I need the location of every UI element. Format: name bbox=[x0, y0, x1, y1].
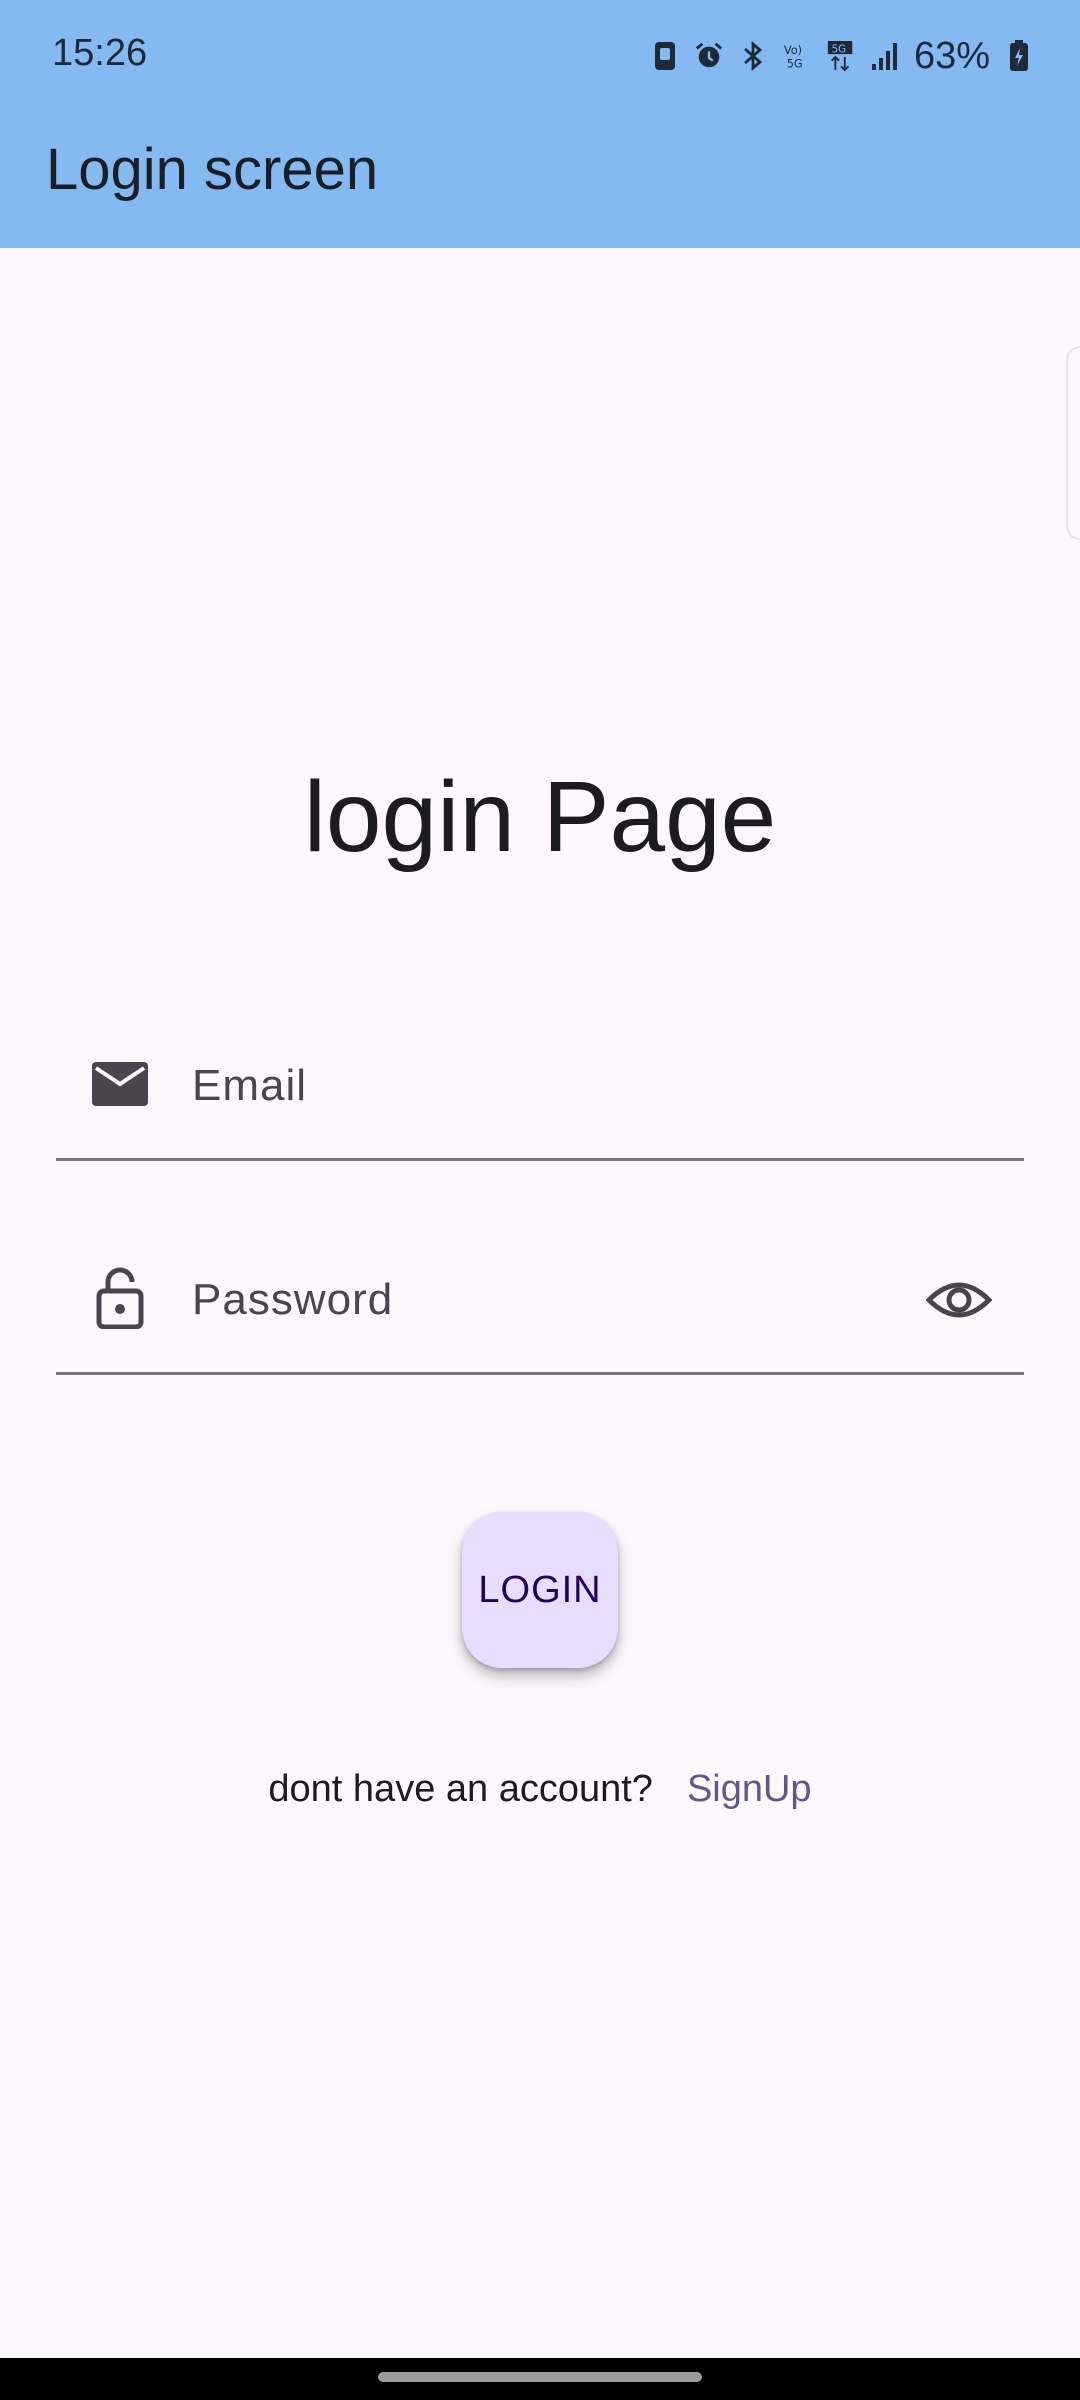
volte-icon: Vo) 5G bbox=[782, 39, 812, 73]
home-gesture-handle[interactable] bbox=[378, 2372, 702, 2382]
lock-icon bbox=[90, 1267, 150, 1329]
signup-prompt: dont have an account? bbox=[268, 1768, 653, 1810]
save-icon bbox=[650, 39, 680, 73]
svg-text:Vo): Vo) bbox=[784, 44, 802, 57]
app-bar-title: Login screen bbox=[46, 137, 379, 202]
status-icons: Vo) 5G 5G 63% bbox=[650, 30, 1034, 82]
password-field[interactable] bbox=[56, 1252, 1024, 1375]
status-bar: 15:26 Vo) 5G 5G 63% bbox=[0, 0, 1080, 110]
signal-icon bbox=[870, 39, 900, 73]
page-heading: login Page bbox=[303, 761, 777, 873]
svg-text:5G: 5G bbox=[832, 43, 847, 55]
email-icon bbox=[90, 1054, 150, 1114]
alarm-icon bbox=[694, 39, 724, 73]
bluetooth-icon bbox=[738, 39, 768, 73]
battery-percent: 63% bbox=[913, 34, 990, 77]
5g-icon: 5G bbox=[826, 39, 856, 73]
signup-row: dont have an account? SignUp bbox=[0, 1768, 1080, 1811]
svg-text:5G: 5G bbox=[787, 57, 803, 70]
visibility-icon[interactable] bbox=[924, 1270, 994, 1330]
email-field[interactable] bbox=[56, 1038, 1024, 1161]
status-time: 15:26 bbox=[52, 32, 148, 74]
email-input[interactable] bbox=[192, 1046, 892, 1126]
password-input[interactable] bbox=[192, 1260, 892, 1340]
signup-link[interactable]: SignUp bbox=[687, 1768, 812, 1811]
login-button[interactable]: LOGIN bbox=[462, 1512, 618, 1668]
navigation-bar bbox=[0, 2358, 1080, 2400]
battery-charging-icon bbox=[1004, 39, 1034, 73]
app-bar: Login screen bbox=[0, 110, 1080, 248]
edge-panel-handle[interactable] bbox=[1066, 346, 1080, 540]
